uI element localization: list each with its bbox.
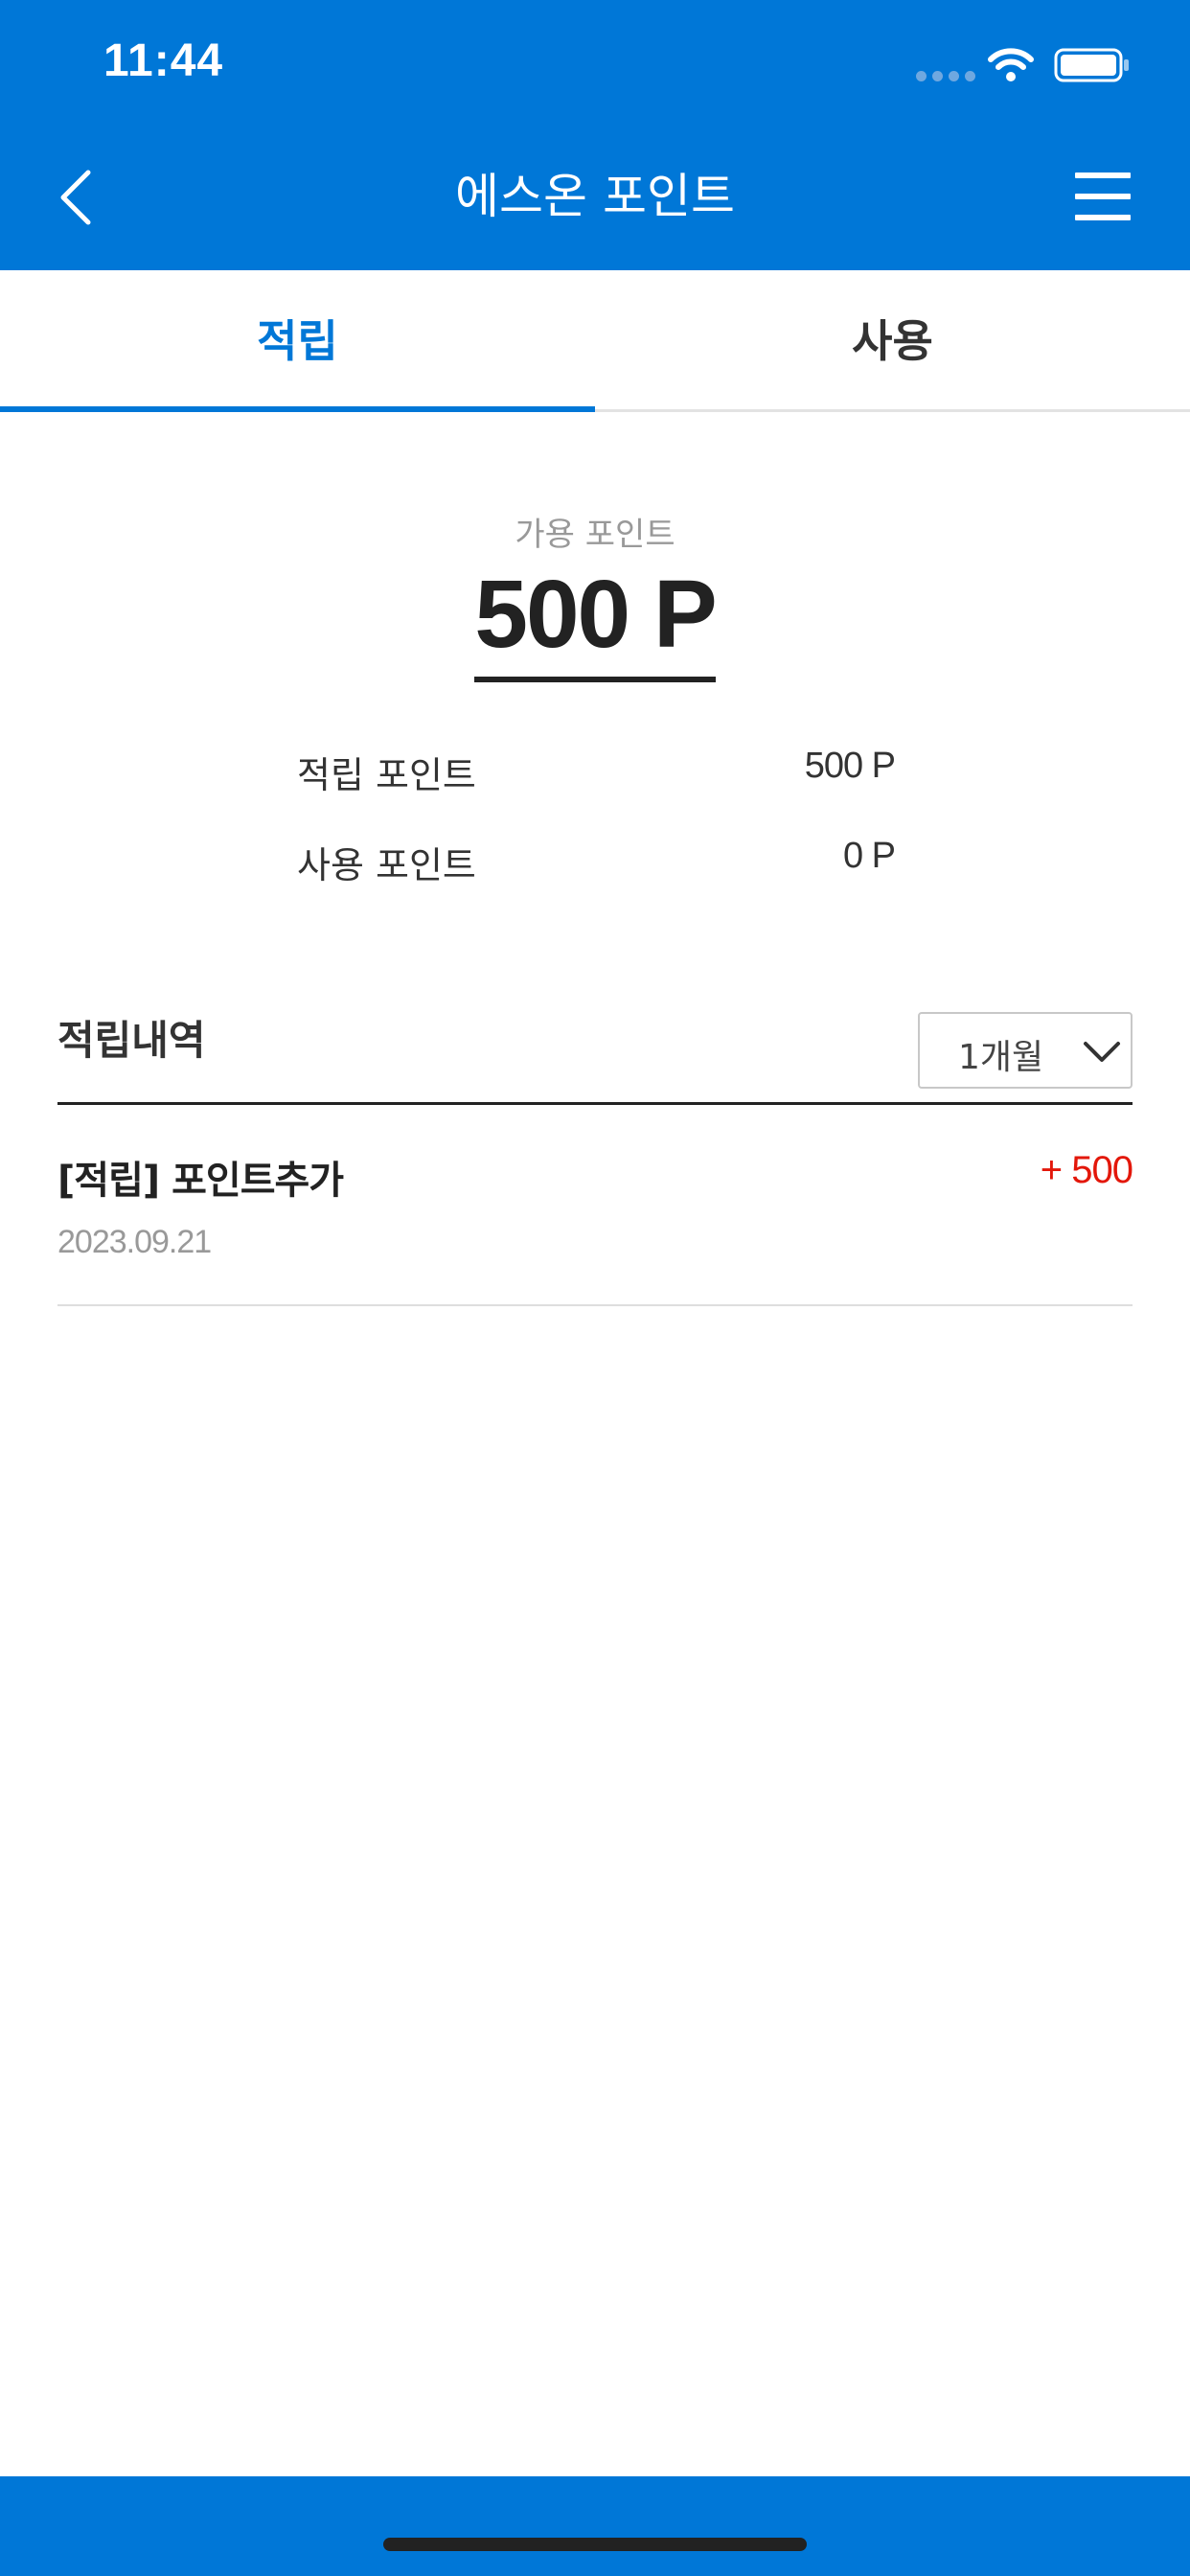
tab-earned[interactable]: 적립 xyxy=(0,270,595,412)
history-title: 적립내역 xyxy=(57,1017,206,1064)
bottom-bar xyxy=(0,2476,1190,2576)
earned-points-row: 적립 포인트 500 P xyxy=(297,746,896,803)
earned-points-value: 500 P xyxy=(804,746,896,786)
history-item-amount: + 500 xyxy=(1040,1149,1133,1191)
tab-bar: 적립 사용 xyxy=(0,270,1190,412)
list-item: [적립] 포인트추가 2023.09.21 + 500 xyxy=(57,1105,1133,1306)
earned-points-label: 적립 포인트 xyxy=(297,754,476,796)
available-points-value: 500 P xyxy=(474,562,718,682)
cellular-signal-icon xyxy=(916,71,975,81)
period-value: 1개월 xyxy=(958,1038,1044,1077)
available-points: 500 P xyxy=(0,562,1190,682)
hamburger-menu-icon[interactable] xyxy=(1075,172,1131,220)
app-header: 11:44 에스온 포인트 xyxy=(0,0,1190,270)
history-item-date: 2023.09.21 xyxy=(57,1224,212,1260)
used-points-value: 0 P xyxy=(842,836,896,876)
points-screen: 11:44 에스온 포인트 적립 사용 가용 포인트 500 P 적립 포인트 … xyxy=(0,0,1190,2576)
tab-used[interactable]: 사용 xyxy=(595,270,1190,412)
used-points-label: 사용 포인트 xyxy=(297,844,476,886)
wifi-icon xyxy=(988,48,1034,81)
tab-active-indicator xyxy=(0,406,595,412)
status-time: 11:44 xyxy=(103,35,224,86)
battery-icon xyxy=(1054,48,1129,82)
chevron-down-icon xyxy=(1084,1042,1120,1062)
history-item-title: [적립] 포인트추가 xyxy=(57,1159,344,1203)
page-title: 에스온 포인트 xyxy=(455,169,735,224)
period-dropdown[interactable]: 1개월 xyxy=(918,1012,1133,1089)
home-indicator[interactable] xyxy=(383,2538,807,2551)
used-points-row: 사용 포인트 0 P xyxy=(297,836,896,893)
available-points-label: 가용 포인트 xyxy=(515,516,675,554)
